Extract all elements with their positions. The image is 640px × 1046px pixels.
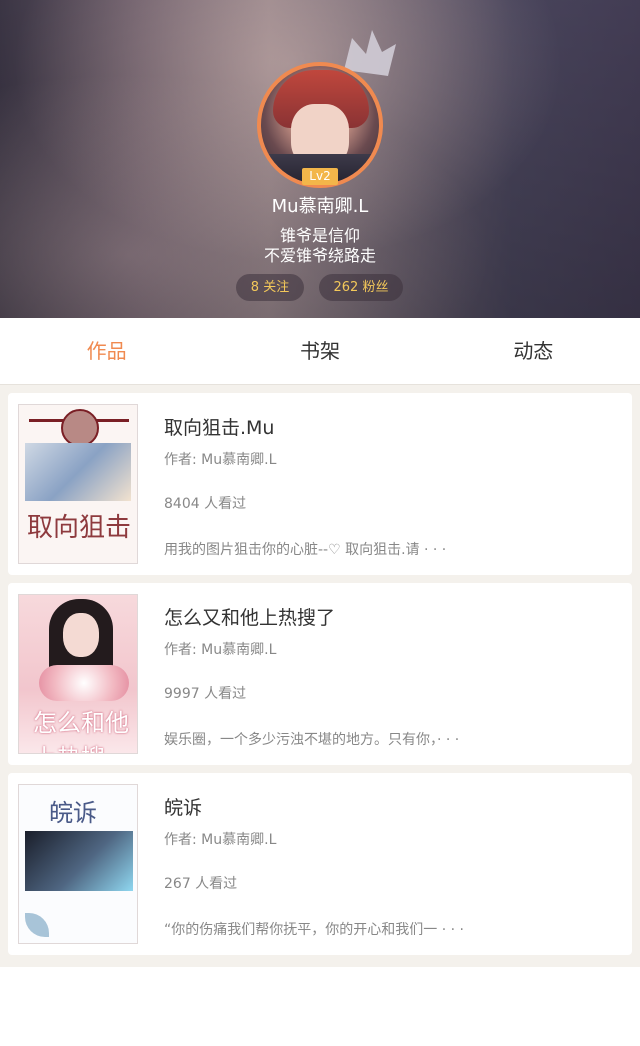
work-author: 作者: Mu慕南卿.L	[164, 832, 277, 848]
cover-face	[63, 613, 99, 657]
cover-photo	[25, 443, 131, 501]
work-card[interactable]: 取向狙击 取向狙击.Mu 作者: Mu慕南卿.L 8404 人看过 用我的图片狙…	[8, 393, 632, 575]
work-cover-image[interactable]: 怎么和他上热搜	[18, 594, 138, 754]
work-title[interactable]: 皖诉	[164, 793, 202, 820]
work-view-count: 9997 人看过	[164, 686, 247, 702]
tab-bookshelf[interactable]: 书架	[213, 318, 426, 384]
cover-portrait	[61, 409, 99, 447]
work-author: 作者: Mu慕南卿.L	[164, 642, 277, 658]
leaf-icon	[25, 913, 49, 937]
work-cover-image[interactable]: 皖诉	[18, 784, 138, 944]
profile-header: Lv2 Mu慕南卿.L 锥爷是信仰 不爱锥爷绕路走 8 关注 262 粉丝	[0, 0, 640, 318]
tab-works[interactable]: 作品	[0, 318, 213, 384]
fans-count-button[interactable]: 262 粉丝	[319, 274, 403, 301]
work-title[interactable]: 怎么又和他上热搜了	[164, 603, 335, 630]
tab-activity[interactable]: 动态	[427, 318, 640, 384]
cover-title-art: 取向狙击	[27, 513, 132, 543]
work-view-count: 267 人看过	[164, 876, 238, 892]
work-title[interactable]: 取向狙击.Mu	[164, 413, 274, 440]
bio-line-2: 不爱锥爷绕路走	[263, 246, 376, 265]
work-author: 作者: Mu慕南卿.L	[164, 452, 277, 468]
profile-tabs: 作品 书架 动态	[0, 318, 640, 385]
following-count-button[interactable]: 8 关注	[236, 274, 304, 301]
work-card[interactable]: 皖诉 皖诉 作者: Mu慕南卿.L 267 人看过 “你的伤痛我们帮你抚平，你的…	[8, 773, 632, 955]
user-bio: 锥爷是信仰 不爱锥爷绕路走	[0, 226, 640, 266]
works-list: 取向狙击 取向狙击.Mu 作者: Mu慕南卿.L 8404 人看过 用我的图片狙…	[0, 385, 640, 967]
level-badge: Lv2	[302, 168, 338, 185]
work-description: 娱乐圈，一个多少污浊不堪的地方。只有你，· · ·	[164, 732, 460, 748]
bio-line-1: 锥爷是信仰	[279, 226, 360, 245]
username: Mu慕南卿.L	[271, 196, 369, 217]
cover-title-art: 皖诉	[49, 799, 97, 827]
work-view-count: 8404 人看过	[164, 496, 247, 512]
work-description: “你的伤痛我们帮你抚平，你的开心和我们一 · · ·	[164, 922, 464, 938]
cover-title-art: 怎么和他上热搜	[33, 709, 129, 753]
work-description: 用我的图片狙击你的心脏--♡ 取向狙击.请 · · ·	[164, 542, 447, 558]
work-card[interactable]: 怎么和他上热搜 怎么又和他上热搜了 作者: Mu慕南卿.L 9997 人看过 娱…	[8, 583, 632, 765]
cover-photo	[25, 831, 133, 891]
cover-flowers	[39, 665, 129, 701]
work-cover-image[interactable]: 取向狙击	[18, 404, 138, 564]
